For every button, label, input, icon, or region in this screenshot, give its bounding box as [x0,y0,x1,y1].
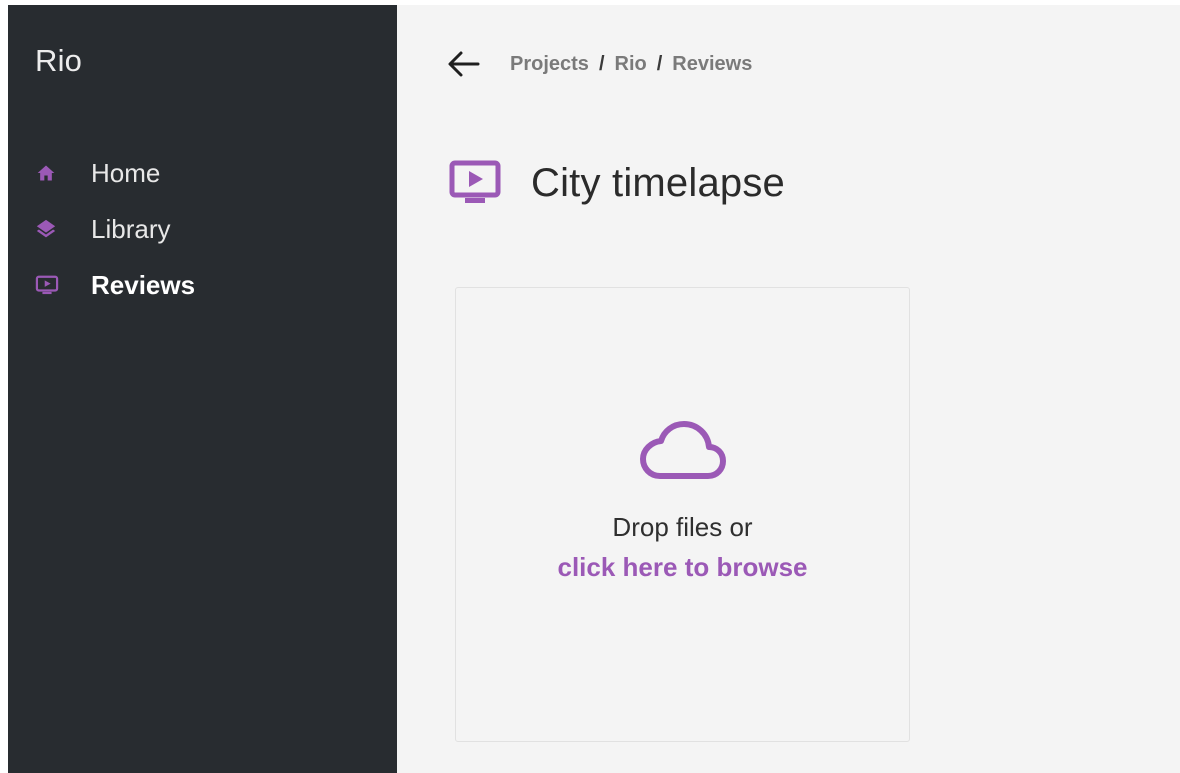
main-content: Projects / Rio / Reviews City timelapse [397,5,1180,773]
arrow-left-icon [448,51,480,77]
breadcrumb-separator: / [598,52,605,75]
home-icon [35,163,63,183]
file-dropzone[interactable]: Drop files or click here to browse [455,287,910,742]
sidebar-item-library[interactable]: Library [8,201,397,257]
sidebar-nav: Home Library Reviews [8,145,397,313]
cloud-icon [639,421,726,479]
monitor-play-icon [35,274,63,296]
layers-icon [35,218,63,240]
breadcrumb-item-reviews[interactable]: Reviews [672,53,752,76]
sidebar-item-label: Home [91,157,161,188]
breadcrumb: Projects / Rio / Reviews [510,53,752,76]
breadcrumb-item-rio[interactable]: Rio [615,53,647,76]
app-title: Rio [35,43,83,78]
monitor-play-icon [449,160,501,206]
sidebar-item-label: Reviews [91,269,196,300]
app-window: Rio Home Library Reviews Projects / Rio … [8,5,1180,773]
sidebar-item-reviews[interactable]: Reviews [8,257,397,313]
page-header: City timelapse [449,160,785,206]
page-title: City timelapse [531,160,785,205]
sidebar-item-label: Library [91,213,171,244]
breadcrumb-item-projects[interactable]: Projects [510,53,589,76]
breadcrumb-separator: / [656,52,663,75]
sidebar-item-home[interactable]: Home [8,145,397,201]
browse-files-link[interactable]: click here to browse [456,552,909,583]
topbar: Projects / Rio / Reviews [448,45,752,83]
back-button[interactable] [445,46,481,82]
dropzone-prompt: Drop files or [612,512,753,542]
sidebar: Rio Home Library Reviews [8,5,397,773]
